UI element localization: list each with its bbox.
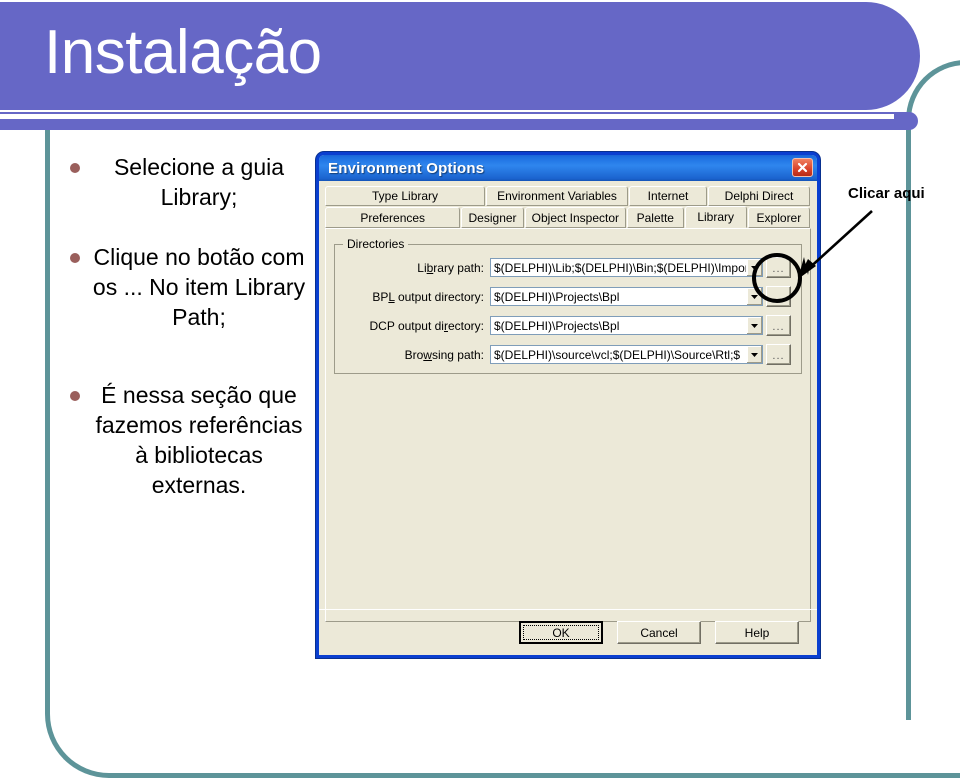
dialog-title: Environment Options xyxy=(328,159,485,177)
ok-button-label: OK xyxy=(523,625,599,640)
tab-label: Library xyxy=(697,210,735,224)
browsing-path-value: $(DELPHI)\source\vcl;$(DELPHI)\Source\Rt… xyxy=(494,347,741,362)
bullet-dot-icon xyxy=(70,391,80,401)
tab-library[interactable]: Library xyxy=(684,206,747,228)
library-tab-panel: Directories Library path: $(DELPHI)\Lib;… xyxy=(325,228,811,622)
tab-delphi-direct[interactable]: Delphi Direct xyxy=(708,186,811,206)
groupbox-label: Directories xyxy=(343,237,409,251)
browsing-path-browse-button[interactable]: ... xyxy=(766,344,791,365)
tab-explorer[interactable]: Explorer xyxy=(747,207,810,228)
bpl-output-combobox[interactable]: $(DELPHI)\Projects\Bpl xyxy=(490,287,763,306)
bpl-output-browse-button[interactable]: ... xyxy=(766,286,791,307)
tab-strip: Type Library Environment Variables Inter… xyxy=(319,181,817,228)
tab-label: Object Inspector xyxy=(531,210,620,225)
list-item: Clique no botão com os ... No item Libra… xyxy=(70,242,310,332)
help-button[interactable]: Help xyxy=(715,621,799,644)
chevron-down-icon[interactable] xyxy=(746,317,762,334)
header-divider xyxy=(0,114,894,119)
dcp-output-value: $(DELPHI)\Projects\Bpl xyxy=(494,318,620,333)
field-label: Browsing path: xyxy=(404,347,484,362)
tab-object-inspector[interactable]: Object Inspector xyxy=(524,207,627,228)
field-label: BPL output directory: xyxy=(372,289,484,304)
tab-environment-variables[interactable]: Environment Variables xyxy=(486,186,629,206)
tab-label: Explorer xyxy=(756,210,802,225)
tab-type-library[interactable]: Type Library xyxy=(325,186,486,206)
dialog-button-bar: OK Cancel Help xyxy=(319,609,817,655)
field-dcp-output-directory: DCP output directory: $(DELPHI)\Projects… xyxy=(345,315,791,336)
tab-label: Internet xyxy=(647,189,689,203)
cancel-button[interactable]: Cancel xyxy=(617,621,701,644)
list-item: É nessa seção que fazemos referências à … xyxy=(70,380,310,500)
directories-groupbox: Directories Library path: $(DELPHI)\Lib;… xyxy=(334,237,802,374)
field-bpl-output-directory: BPL output directory: $(DELPHI)\Projects… xyxy=(345,286,791,307)
dcp-output-combobox[interactable]: $(DELPHI)\Projects\Bpl xyxy=(490,316,763,335)
field-label: Library path: xyxy=(417,260,484,275)
tab-internet[interactable]: Internet xyxy=(629,186,708,206)
ok-button[interactable]: OK xyxy=(519,621,603,644)
environment-options-dialog: Environment Options Type Library Environ… xyxy=(316,152,820,658)
chevron-down-icon[interactable] xyxy=(746,346,762,363)
chevron-down-icon[interactable] xyxy=(746,259,762,276)
bullet-text: Clique no botão com os ... No item Libra… xyxy=(92,244,306,330)
chevron-down-icon[interactable] xyxy=(746,288,762,305)
library-path-combobox[interactable]: $(DELPHI)\Lib;$(DELPHI)\Bin;$(DELPHI)\Im… xyxy=(490,258,763,277)
bullet-dot-icon xyxy=(70,253,80,263)
field-browsing-path: Browsing path: $(DELPHI)\source\vcl;$(DE… xyxy=(345,344,791,365)
tab-label: Type Library xyxy=(372,189,439,203)
tab-label: Environment Variables xyxy=(497,189,617,203)
page-title: Instalação xyxy=(44,18,322,87)
library-path-value: $(DELPHI)\Lib;$(DELPHI)\Bin;$(DELPHI)\Im… xyxy=(494,260,746,275)
bullet-dot-icon xyxy=(70,163,80,173)
dcp-output-browse-button[interactable]: ... xyxy=(766,315,791,336)
close-icon[interactable] xyxy=(792,158,813,177)
tab-label: Delphi Direct xyxy=(724,189,794,203)
browsing-path-combobox[interactable]: $(DELPHI)\source\vcl;$(DELPHI)\Source\Rt… xyxy=(490,345,763,364)
tab-label: Palette xyxy=(636,210,674,225)
bullet-text: Selecione a guia Library; xyxy=(113,154,285,210)
bpl-output-value: $(DELPHI)\Projects\Bpl xyxy=(494,289,620,304)
tab-row-top: Type Library Environment Variables Inter… xyxy=(325,186,811,206)
library-path-browse-button[interactable]: ... xyxy=(766,257,791,278)
list-item: Selecione a guia Library; xyxy=(70,152,310,212)
callout-label: Clicar aqui xyxy=(848,185,925,202)
tab-label: Preferences xyxy=(360,210,426,225)
tab-label: Designer xyxy=(468,210,517,225)
field-label: DCP output directory: xyxy=(369,318,484,333)
tab-designer[interactable]: Designer xyxy=(461,207,524,228)
bullet-list: Selecione a guia Library; Clique no botã… xyxy=(70,152,310,526)
bullet-text: É nessa seção que fazemos referências à … xyxy=(95,382,303,498)
dialog-titlebar[interactable]: Environment Options xyxy=(319,155,817,181)
tab-row-bottom: Preferences Designer Object Inspector Pa… xyxy=(325,206,811,228)
tab-preferences[interactable]: Preferences xyxy=(325,207,461,228)
field-library-path: Library path: $(DELPHI)\Lib;$(DELPHI)\Bi… xyxy=(345,257,791,278)
tab-palette[interactable]: Palette xyxy=(627,207,684,228)
slide-frame-right xyxy=(906,60,960,720)
